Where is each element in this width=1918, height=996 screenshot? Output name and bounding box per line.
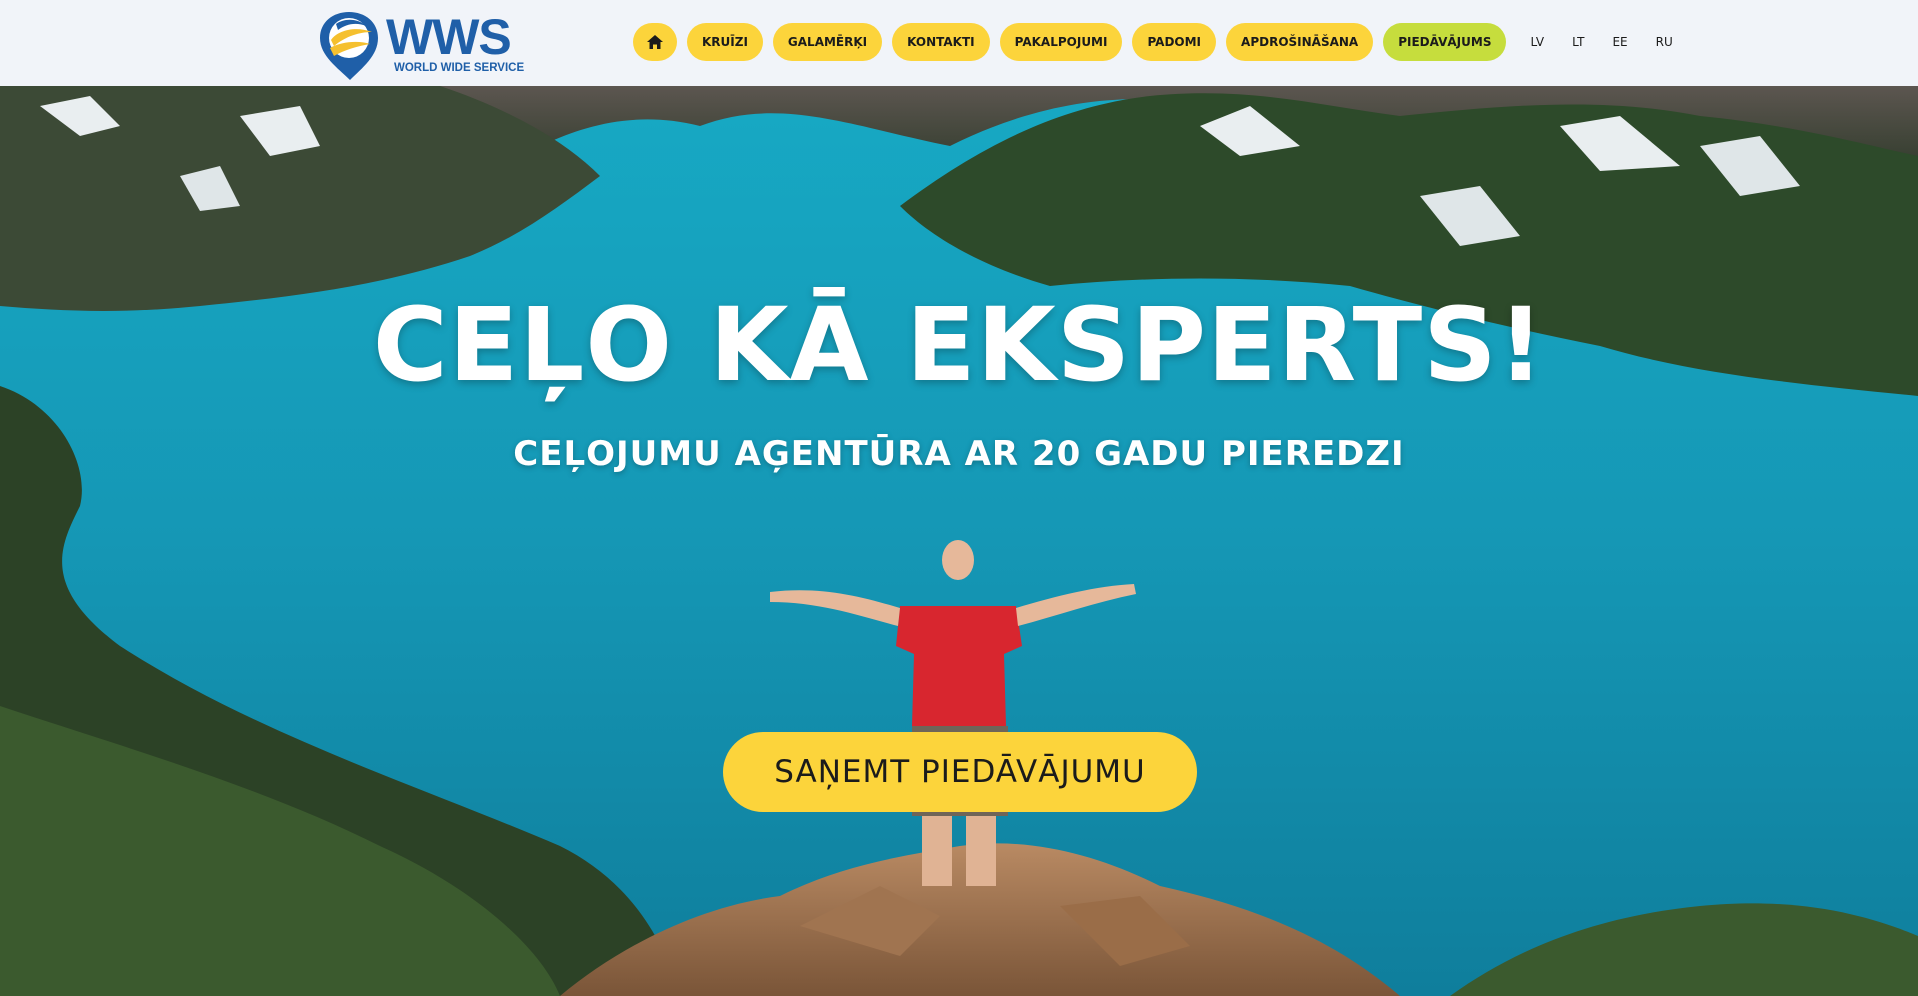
hero-subheadline: CEĻOJUMU AĢENTŪRA AR 20 GADU PIEREDZI: [513, 434, 1405, 474]
get-offer-button[interactable]: SAŅEMT PIEDĀVĀJUMU: [723, 732, 1197, 812]
nav-item-piedavajums[interactable]: PIEDĀVĀJUMS: [1383, 23, 1507, 61]
nav-item-kontakti[interactable]: KONTAKTI: [892, 23, 990, 61]
nav-item-galamerki[interactable]: GALAMĒRĶI: [772, 23, 883, 61]
lang-ru-link[interactable]: RU: [1656, 35, 1673, 49]
logo-wordmark: WWS: [386, 9, 512, 65]
lang-lv-link[interactable]: LV: [1530, 35, 1544, 49]
site-header: WWS WORLD WIDE SERVICE KRUĪZI GALAMĒRĶI …: [0, 0, 1918, 86]
nav-item-kruizi[interactable]: KRUĪZI: [687, 23, 763, 61]
hero-headline: CEĻO KĀ EKSPERTS!: [372, 286, 1546, 405]
lang-ee-link[interactable]: EE: [1612, 35, 1627, 49]
hero-background-image: [0, 86, 1918, 996]
main-nav: KRUĪZI GALAMĒRĶI KONTAKTI PAKALPOJUMI PA…: [633, 23, 1687, 61]
globe-pin-icon: [320, 12, 378, 80]
nav-home-button[interactable]: [633, 23, 677, 61]
wws-logo[interactable]: WWS WORLD WIDE SERVICE: [316, 9, 524, 82]
nav-item-pakalpojumi[interactable]: PAKALPOJUMI: [999, 23, 1123, 61]
logo-tagline: WORLD WIDE SERVICE: [394, 62, 525, 74]
nav-item-padomi[interactable]: PADOMI: [1132, 23, 1217, 61]
hero-section: CEĻO KĀ EKSPERTS! CEĻOJUMU AĢENTŪRA AR 2…: [0, 86, 1918, 996]
nav-item-apdrosinasana[interactable]: APDROŠINĀŠANA: [1226, 23, 1374, 61]
lang-lt-link[interactable]: LT: [1572, 35, 1584, 49]
home-icon: [647, 35, 663, 49]
